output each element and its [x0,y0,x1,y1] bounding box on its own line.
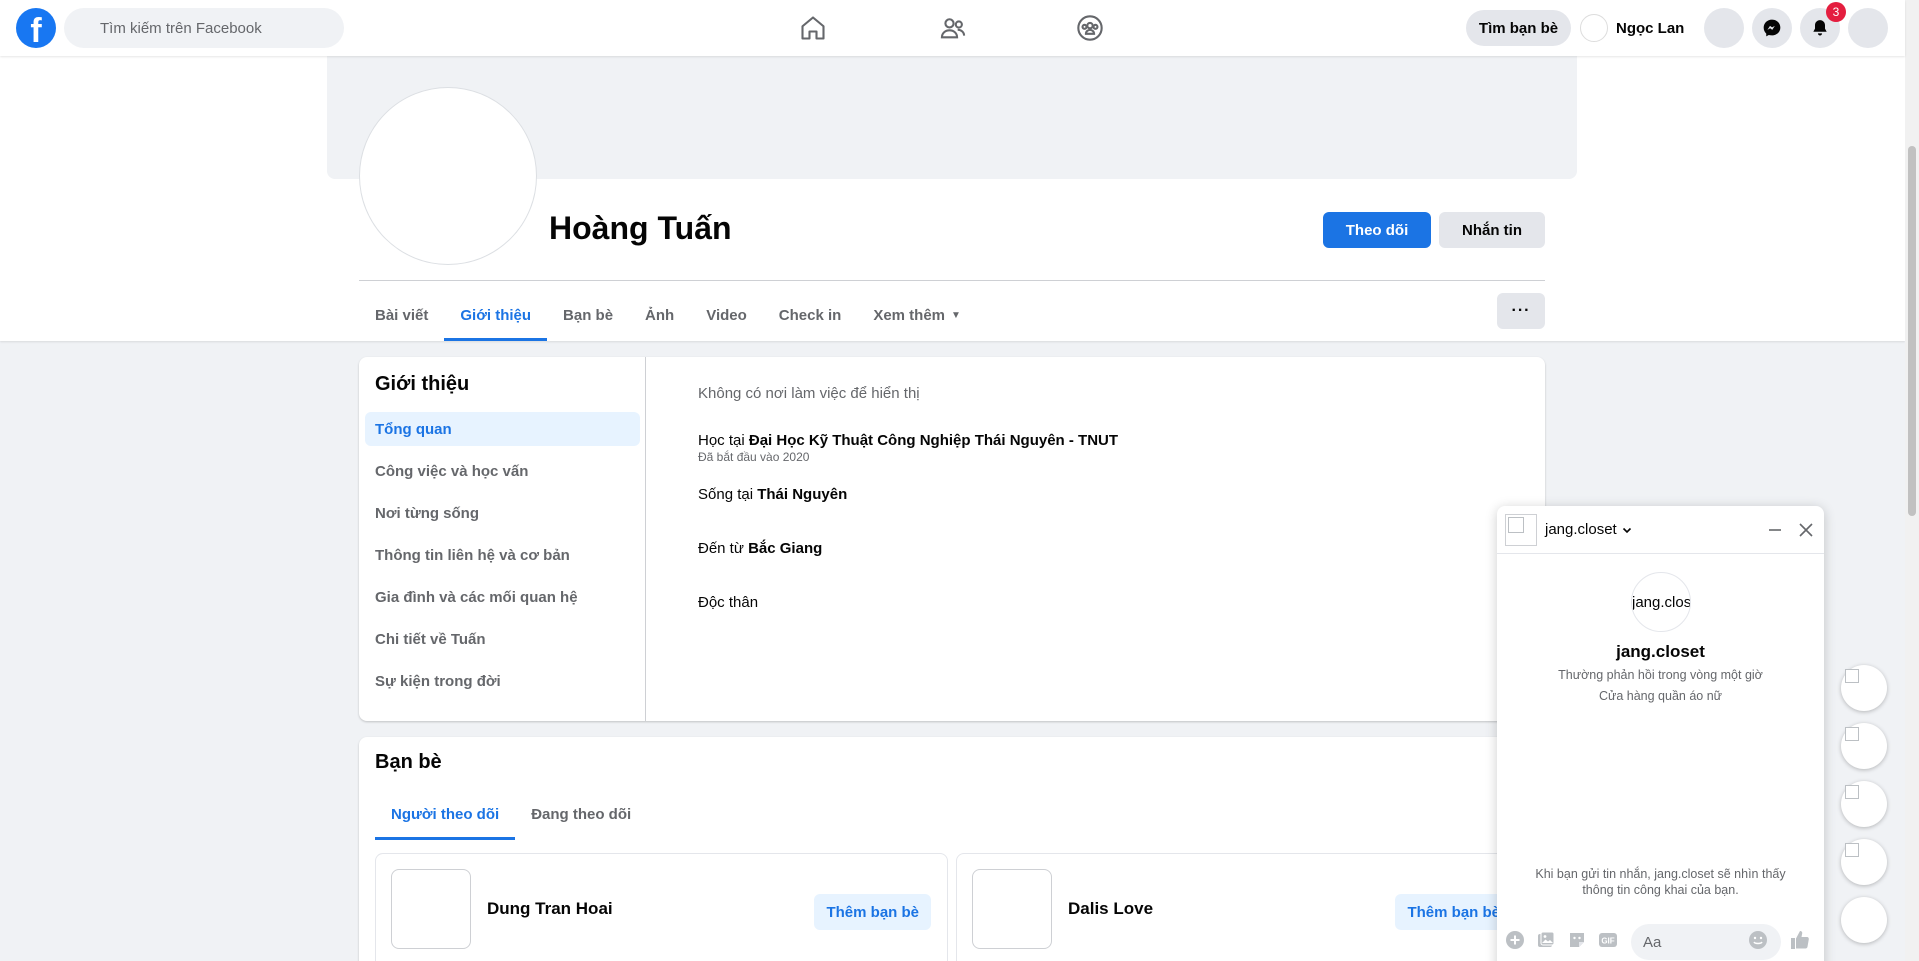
profile-name: Hoàng Tuấn [549,210,732,246]
user-name: Ngọc Lan [1616,19,1685,37]
like-icon[interactable] [1789,929,1811,951]
more-options-button[interactable]: ··· [1497,293,1545,329]
chat-privacy-note: Khi bạn gửi tin nhắn, jang.closet sẽ nhì… [1535,867,1786,897]
bell-icon [1810,18,1830,38]
chat-response-time: Thường phản hồi trong vòng một giờ [1558,668,1763,682]
gif-label: GIF [1601,937,1614,946]
education-start: Đã bắt đầu vào 2020 [698,450,810,464]
plus-circle-icon[interactable] [1504,929,1526,951]
friend-name[interactable]: Dalis Love [1068,899,1153,919]
home-icon[interactable] [797,12,829,44]
search-input[interactable] [64,8,344,48]
close-icon[interactable] [1794,518,1818,542]
hometown-row: Đến từ Bắc Giang [698,540,822,557]
tab-posts[interactable]: Bài viết [359,290,444,340]
about-card: Giới thiệu Tổng quan Công việc và học vấ… [359,357,1545,721]
contact-bubble[interactable] [1841,781,1887,827]
page-scrollbar[interactable] [1905,0,1919,961]
chat-title: jang.closet [1545,521,1617,538]
messenger-button[interactable] [1752,8,1792,48]
about-menu-overview[interactable]: Tổng quan [365,412,640,446]
friend-avatar[interactable] [972,869,1052,949]
friend-card: Dalis Love Thêm bạn bè [956,853,1529,961]
tab-about[interactable]: Giới thiệu [444,290,547,341]
about-menu-contact-basic[interactable]: Thông tin liên hệ và cơ bản [365,538,640,572]
chat-window: jang.closet jang.clos jang.closet Thường… [1497,506,1824,961]
scrollbar-thumb[interactable] [1908,146,1916,516]
profile-picture[interactable] [360,88,536,264]
tab-photos[interactable]: Ảnh [629,290,690,340]
about-title: Giới thiệu [375,373,470,395]
about-menu-places-lived[interactable]: Nơi từng sống [365,496,640,530]
current-city-prefix: Sống tại [698,486,754,503]
account-button[interactable] [1848,8,1888,48]
chat-composer: GIF [1497,914,1824,961]
tab-followers[interactable]: Người theo dõi [375,791,516,840]
contact-bubble[interactable] [1841,665,1887,711]
chat-page-name[interactable]: jang.closet [1497,642,1824,662]
gif-icon[interactable]: GIF [1597,929,1619,951]
contact-bubble[interactable] [1841,839,1887,885]
friends-card: Bạn bè Người theo dõi Đang theo dõi Dung… [359,737,1545,961]
facebook-logo-icon[interactable]: f [16,8,56,48]
chat-header: jang.closet [1497,506,1824,554]
photo-icon[interactable] [1535,929,1557,951]
minimize-icon[interactable] [1763,518,1787,542]
work-empty-text: Không có nơi làm việc để hiển thị [698,385,920,402]
about-menu: Tổng quan Công việc và học vấn Nơi từng … [365,412,640,706]
chat-page-avatar[interactable]: jang.clos [1631,572,1691,632]
tab-check-in[interactable]: Check in [763,290,858,340]
notification-badge: 3 [1826,2,1846,22]
emoji-icon[interactable] [1747,929,1769,951]
tab-videos[interactable]: Video [690,290,763,340]
message-button[interactable]: Nhắn tin [1439,212,1545,248]
contact-bubble[interactable] [1841,723,1887,769]
hometown-link[interactable]: Bắc Giang [748,540,822,557]
add-friend-button[interactable]: Thêm bạn bè [814,894,931,930]
avatar [1580,14,1608,42]
current-city-link[interactable]: Thái Nguyên [757,486,847,503]
tab-see-more[interactable]: Xem thêm ▼ [857,290,977,340]
about-menu-work-education[interactable]: Công việc và học vấn [365,454,640,488]
friend-avatar[interactable] [391,869,471,949]
find-friends-button[interactable]: Tìm bạn bè [1466,10,1571,46]
chat-page-category: Cửa hàng quần áo nữ [1598,689,1723,703]
education-prefix: Học tại [698,432,745,449]
profile-tabs: Bài viết Giới thiệu Bạn bè Ảnh Video Che… [359,290,977,341]
groups-icon[interactable] [1074,12,1106,44]
education-school-link[interactable]: Đại Học Kỹ Thuật Công Nghiệp Thái Nguyên… [749,432,1118,449]
search-box[interactable] [64,8,344,48]
header-divider [359,280,1545,281]
about-menu-life-events[interactable]: Sự kiện trong đời [365,664,640,698]
caret-down-icon: ▼ [951,309,961,321]
hometown-prefix: Đến từ [698,540,744,557]
sticker-icon[interactable] [1566,929,1588,951]
current-city-row: Sống tại Thái Nguyên [698,486,847,503]
chevron-down-icon [1621,524,1633,536]
education-row: Học tại Đại Học Kỹ Thuật Công Nghiệp Thá… [698,432,1118,464]
profile-shortcut[interactable]: Ngọc Lan [1580,12,1684,44]
top-navigation-bar: f Tìm bạn bè Ngọc Lan 3 [0,0,1905,56]
messenger-icon [1762,18,1782,38]
friend-name[interactable]: Dung Tran Hoai [487,899,613,919]
see-more-label: Xem thêm [873,306,946,324]
new-message-bubble[interactable] [1841,897,1887,943]
add-friend-button[interactable]: Thêm bạn bè [1395,894,1512,930]
about-menu-details[interactable]: Chi tiết về Tuấn [365,622,640,656]
follow-button[interactable]: Theo dõi [1323,212,1431,248]
tab-friends[interactable]: Bạn bè [547,290,629,340]
about-sidebar: Giới thiệu Tổng quan Công việc và học vấ… [359,357,646,721]
tab-following[interactable]: Đang theo dõi [515,791,647,837]
friends-icon[interactable] [937,12,969,44]
chat-header-avatar[interactable] [1505,514,1537,546]
chat-title-button[interactable]: jang.closet [1545,521,1633,538]
about-menu-family[interactable]: Gia đình và các mối quan hệ [365,580,640,614]
friends-tabs: Người theo dõi Đang theo dõi [375,791,647,840]
friends-title: Bạn bè [375,751,442,773]
menu-button[interactable] [1704,8,1744,48]
relationship-status: Độc thân [698,594,759,611]
friend-card: Dung Tran Hoai Thêm bạn bè [375,853,948,961]
